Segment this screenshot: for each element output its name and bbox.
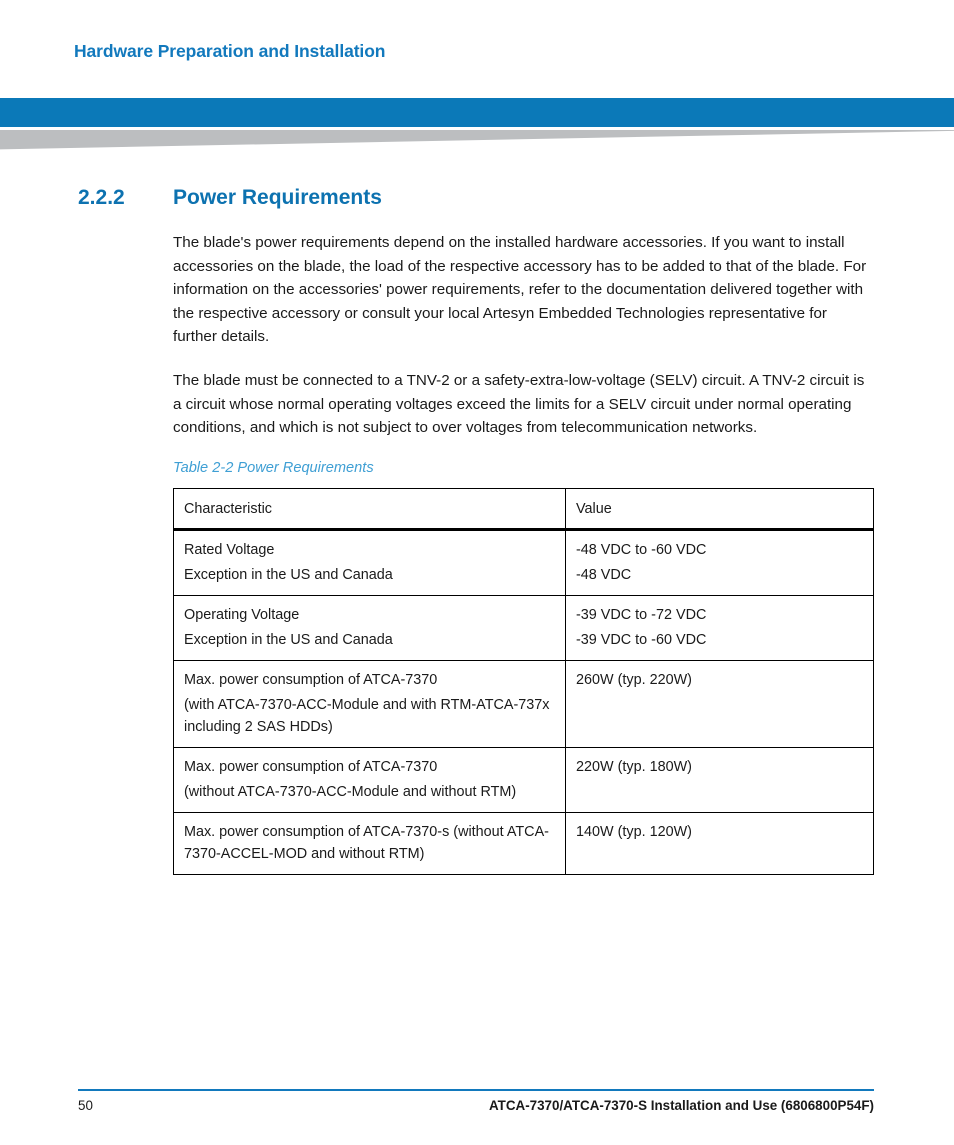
- footer-rule: [78, 1089, 874, 1091]
- cell-text-line: Exception in the US and Canada: [184, 631, 393, 648]
- body-column: The blade's power requirements depend on…: [173, 231, 874, 875]
- paragraph-2: The blade must be connected to a TNV-2 o…: [173, 371, 865, 437]
- footer-page-number: 50: [78, 1098, 93, 1113]
- table-row: Max. power consumption of ATCA-7370-s (w…: [173, 811, 874, 875]
- cell-text-line: Max. power consumption of ATCA-7370-s (w…: [184, 823, 549, 862]
- running-header-title: Hardware Preparation and Installation: [74, 41, 386, 61]
- column-header-value: Value: [565, 487, 874, 531]
- cell-text-line: Exception in the US and Canada: [184, 566, 393, 583]
- table-row: Rated Voltage Exception in the US and Ca…: [173, 528, 874, 596]
- cell-value: -48 VDC to -60 VDC -48 VDC: [565, 528, 874, 596]
- cell-value: 220W (typ. 180W): [565, 746, 874, 813]
- table-caption: Table 2-2 Power Requirements: [173, 459, 374, 476]
- table-row: Max. power consumption of ATCA-7370 (wit…: [173, 746, 874, 813]
- cell-text-line: -48 VDC: [576, 566, 632, 583]
- cell-text-line: 220W (typ. 180W): [576, 758, 692, 775]
- cell-text-line: Max. power consumption of ATCA-7370: [184, 758, 438, 775]
- table-header: Characteristic Value: [173, 487, 874, 531]
- power-requirements-table: Characteristic Value Rated Voltage Excep…: [173, 487, 874, 875]
- paragraph-1: The blade's power requirements depend on…: [173, 234, 867, 346]
- cell-characteristic: Max. power consumption of ATCA-7370 (wit…: [173, 746, 566, 813]
- table-header-row: Characteristic Value: [173, 487, 874, 531]
- cell-text-line: (with ATCA-7370-ACC-Module and with RTM-…: [184, 696, 550, 735]
- cell-value: 260W (typ. 220W): [565, 659, 874, 748]
- header-gray-wedge: [0, 130, 954, 150]
- footer-document-title: ATCA-7370/ATCA-7370-S Installation and U…: [489, 1098, 874, 1113]
- table-row: Operating Voltage Exception in the US an…: [173, 594, 874, 661]
- cell-text-line: Operating Voltage: [184, 606, 300, 623]
- section-title: Power Requirements: [173, 186, 382, 209]
- cell-text-line: 140W (typ. 120W): [576, 823, 692, 840]
- cell-text-line: (without ATCA-7370-ACC-Module and withou…: [184, 783, 517, 800]
- header-blue-bar: [0, 98, 954, 127]
- cell-text-line: -39 VDC to -60 VDC: [576, 631, 707, 648]
- cell-text-line: -39 VDC to -72 VDC: [576, 606, 707, 623]
- cell-text-line: Rated Voltage: [184, 541, 275, 558]
- cell-characteristic: Rated Voltage Exception in the US and Ca…: [173, 528, 566, 596]
- cell-characteristic: Operating Voltage Exception in the US an…: [173, 594, 566, 661]
- section-number: 2.2.2: [78, 186, 125, 209]
- column-header-characteristic: Characteristic: [173, 487, 566, 531]
- table-row: Max. power consumption of ATCA-7370 (wit…: [173, 659, 874, 748]
- cell-characteristic: Max. power consumption of ATCA-7370 (wit…: [173, 659, 566, 748]
- cell-text-line: Max. power consumption of ATCA-7370: [184, 671, 438, 688]
- table-body: Rated Voltage Exception in the US and Ca…: [173, 528, 874, 875]
- cell-characteristic: Max. power consumption of ATCA-7370-s (w…: [173, 811, 566, 875]
- cell-value: 140W (typ. 120W): [565, 811, 874, 875]
- cell-text-line: -48 VDC to -60 VDC: [576, 541, 707, 558]
- cell-value: -39 VDC to -72 VDC -39 VDC to -60 VDC: [565, 594, 874, 661]
- cell-text-line: 260W (typ. 220W): [576, 671, 692, 688]
- document-page: Hardware Preparation and Installation 2.…: [0, 0, 954, 1145]
